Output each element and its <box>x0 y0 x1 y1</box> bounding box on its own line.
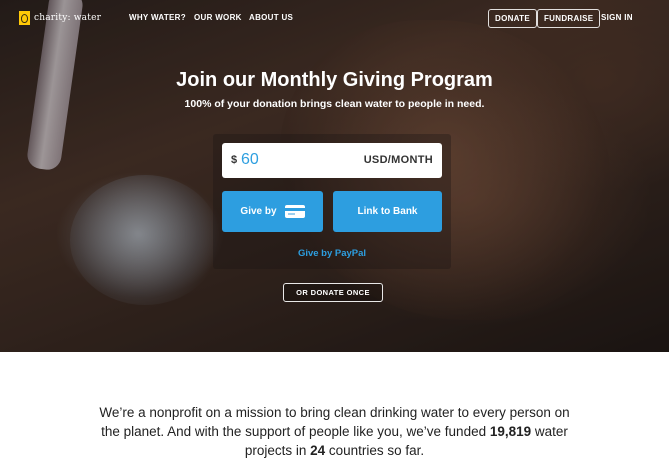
hero-title: Join our Monthly Giving Program <box>176 69 493 91</box>
donate-button[interactable]: DONATE <box>488 9 537 28</box>
nav-link-why-water[interactable]: WHY WATER? <box>129 13 186 22</box>
top-nav: charity: water WHY WATER? OUR WORK ABOUT… <box>0 0 669 36</box>
jerrycan-icon <box>19 11 30 25</box>
nav-link-about-us[interactable]: ABOUT US <box>249 13 293 22</box>
nav-link-our-work[interactable]: OUR WORK <box>194 13 242 22</box>
link-to-bank-button[interactable]: Link to Bank <box>333 191 442 232</box>
sign-in-link[interactable]: SIGN IN <box>601 13 633 22</box>
currency-symbol: $ <box>231 154 238 166</box>
fundraise-button[interactable]: FUNDRAISE <box>537 9 601 28</box>
countries-count: 24 <box>310 443 326 458</box>
give-by-label: Give by <box>240 206 277 217</box>
amount-input[interactable] <box>241 149 341 171</box>
mission-statement: We’re a nonprofit on a mission to bring … <box>99 405 570 458</box>
amount-unit: USD/MONTH <box>363 154 433 166</box>
give-by-card-button[interactable]: Give by <box>222 191 323 232</box>
paypal-link[interactable]: Give by PayPal <box>222 248 442 259</box>
credit-card-icon <box>284 205 305 218</box>
donate-once-button[interactable]: OR DONATE ONCE <box>283 283 383 302</box>
logo-text: charity: water <box>34 13 102 23</box>
amount-field[interactable]: $ USD/MONTH <box>222 143 442 178</box>
logo[interactable]: charity: water <box>19 11 101 25</box>
hero-subtitle: 100% of your donation brings clean water… <box>184 98 485 110</box>
projects-count: 19,819 <box>489 424 532 439</box>
